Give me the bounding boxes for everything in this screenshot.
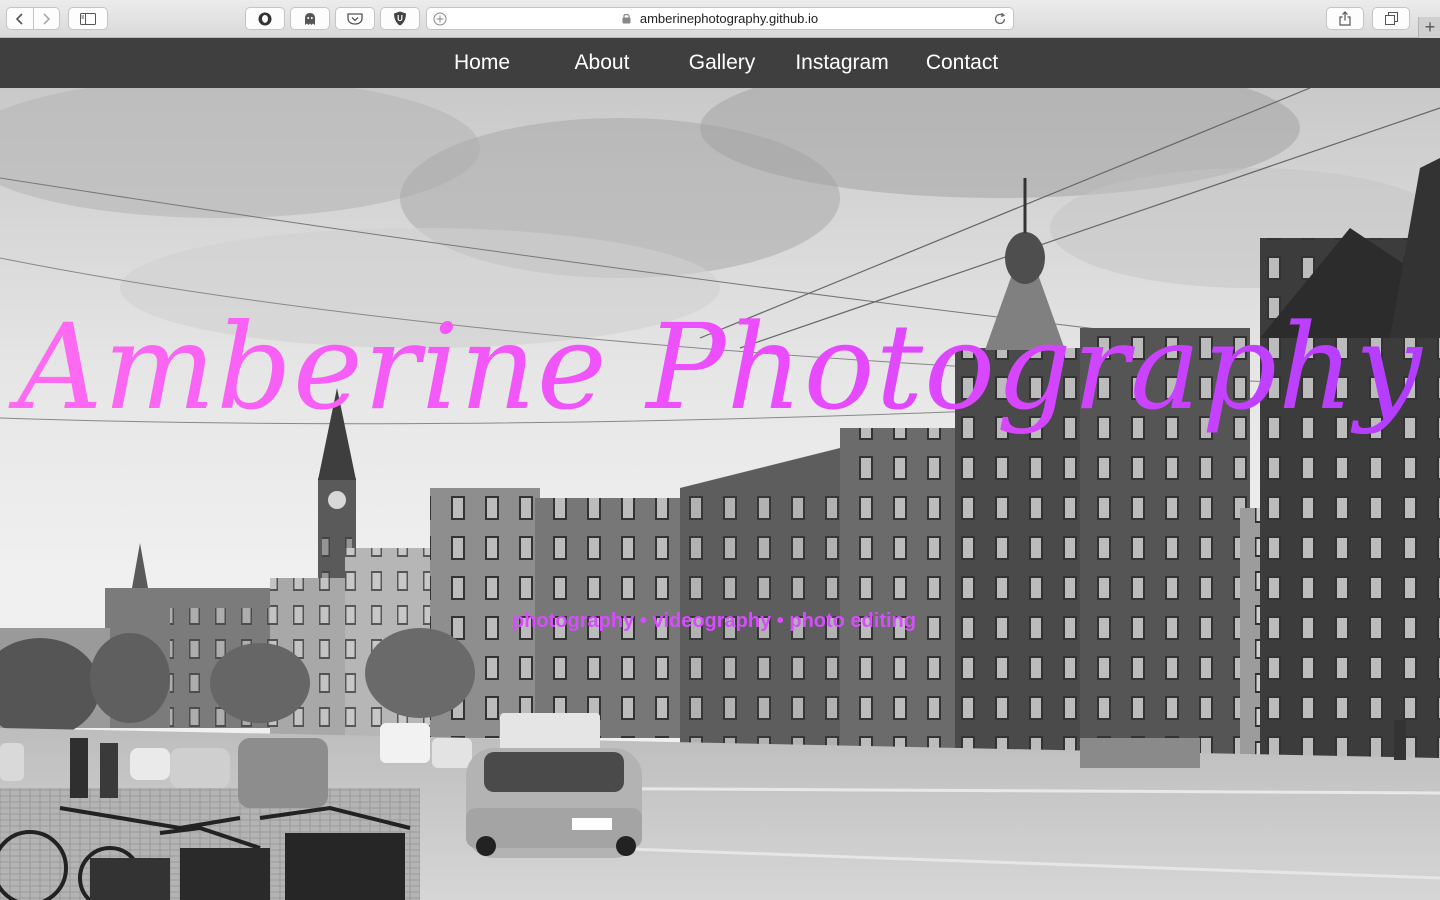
- nav-about[interactable]: About: [547, 38, 657, 88]
- site-nav: Home About Gallery Instagram Contact: [0, 38, 1440, 88]
- tabs-icon: [1384, 12, 1398, 25]
- share-button[interactable]: [1326, 7, 1364, 30]
- sidebar-icon: [80, 12, 96, 25]
- back-icon: [15, 12, 23, 25]
- hero-tagline: photography • videography • photo editin…: [512, 610, 916, 632]
- nav-instagram[interactable]: Instagram: [787, 38, 897, 88]
- extension-ghostery-button[interactable]: [290, 7, 330, 30]
- nav-home[interactable]: Home: [427, 38, 537, 88]
- forward-button[interactable]: [34, 8, 60, 29]
- browser-toolbar: U amberinephotography.github.io +: [0, 0, 1440, 38]
- share-icon: [1339, 11, 1351, 26]
- sidebar-button[interactable]: [68, 7, 108, 30]
- url-text: amberinephotography.github.io: [639, 11, 819, 26]
- nav-contact[interactable]: Contact: [907, 38, 1017, 88]
- extension-ublock-button[interactable]: U: [380, 7, 420, 30]
- extension-privacy-button[interactable]: [245, 7, 285, 30]
- nav-gallery[interactable]: Gallery: [667, 38, 777, 88]
- address-bar[interactable]: amberinephotography.github.io: [426, 7, 1014, 30]
- hero-background-photo: [0, 88, 1440, 900]
- ublock-icon: U: [394, 11, 406, 26]
- lock-icon: [622, 13, 631, 24]
- svg-text:U: U: [397, 14, 403, 23]
- add-icon[interactable]: [433, 12, 447, 26]
- hero-section: Amberine Photography photography • video…: [0, 88, 1440, 900]
- privacy-icon: [258, 12, 272, 25]
- pocket-icon: [347, 12, 363, 25]
- forward-icon: [43, 12, 51, 25]
- new-tab-button[interactable]: +: [1418, 17, 1440, 38]
- hero-title: Amberine Photography: [0, 298, 1440, 436]
- back-button[interactable]: [7, 8, 33, 29]
- ghost-icon: [305, 12, 315, 25]
- history-nav: [6, 7, 60, 30]
- show-tabs-button[interactable]: [1372, 7, 1410, 30]
- reload-icon[interactable]: [993, 12, 1007, 26]
- new-tab-icon: +: [1424, 17, 1436, 37]
- extension-pocket-button[interactable]: [335, 7, 375, 30]
